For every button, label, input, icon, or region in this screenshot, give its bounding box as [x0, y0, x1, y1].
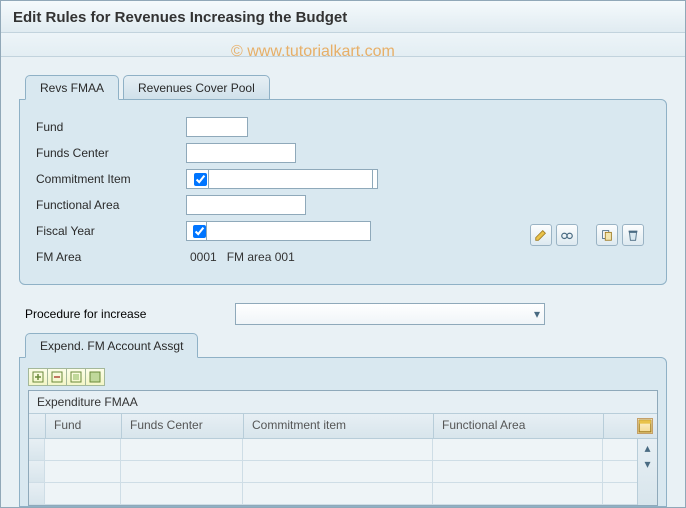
grid-vscroll[interactable]: ▴ ▾ [637, 439, 657, 505]
scroll-down-icon[interactable]: ▾ [641, 457, 655, 471]
functional-area-label: Functional Area [36, 198, 186, 212]
display-button[interactable] [556, 224, 578, 246]
select-all-icon [89, 371, 101, 383]
trash-icon [626, 228, 640, 242]
glasses-icon [560, 228, 574, 242]
fiscal-year-label: Fiscal Year [36, 224, 186, 238]
fm-area-desc: FM area 001 [227, 250, 295, 264]
fm-area-code: 0001 [190, 250, 217, 264]
revs-fmaa-panel: Fund Funds Center Commitment Item Functi… [19, 99, 667, 285]
copy-row-icon [70, 371, 82, 383]
copy-row-button[interactable] [66, 368, 86, 386]
funds-center-label: Funds Center [36, 146, 186, 160]
fund-input[interactable] [186, 117, 248, 137]
fiscal-year-input[interactable] [206, 221, 371, 241]
procedure-label: Procedure for increase [25, 307, 235, 321]
commitment-item-checkbox[interactable] [193, 173, 208, 186]
table-row[interactable] [29, 439, 637, 461]
delete-button[interactable] [622, 224, 644, 246]
scroll-up-icon[interactable]: ▴ [641, 441, 655, 455]
pencil-icon [534, 228, 548, 242]
fiscal-year-checkbox[interactable] [193, 225, 206, 238]
procedure-dropdown[interactable]: ▾ [235, 303, 545, 325]
grid-settings-button[interactable] [637, 418, 653, 434]
app-toolbar [1, 33, 685, 57]
copy-button[interactable] [596, 224, 618, 246]
tab-revenues-cover-pool[interactable]: Revenues Cover Pool [123, 75, 270, 100]
table-row[interactable] [29, 461, 637, 483]
delete-row-button[interactable] [47, 368, 67, 386]
tab-expend-fm-account[interactable]: Expend. FM Account Assgt [25, 333, 198, 358]
table-row[interactable] [29, 483, 637, 505]
expenditure-grid: Expenditure FMAA Fund Funds Center Commi… [28, 390, 658, 506]
grid-corner[interactable] [29, 414, 46, 438]
commitment-item-label: Commitment Item [36, 172, 186, 186]
commitment-item-input[interactable] [208, 169, 373, 189]
copy-icon [600, 228, 614, 242]
col-commitment-item[interactable]: Commitment item [244, 414, 434, 438]
edit-button[interactable] [530, 224, 552, 246]
functional-area-input[interactable] [186, 195, 306, 215]
insert-row-icon [32, 371, 44, 383]
insert-row-button[interactable] [28, 368, 48, 386]
table-settings-icon [638, 419, 652, 433]
page-title: Edit Rules for Revenues Increasing the B… [1, 1, 685, 33]
fm-area-label: FM Area [36, 250, 186, 264]
chevron-down-icon: ▾ [534, 307, 540, 321]
delete-row-icon [51, 371, 63, 383]
select-all-button[interactable] [85, 368, 105, 386]
grid-title: Expenditure FMAA [29, 391, 657, 414]
col-fund[interactable]: Fund [46, 414, 122, 438]
tab-revs-fmaa[interactable]: Revs FMAA [25, 75, 119, 100]
fund-label: Fund [36, 120, 186, 134]
col-funds-center[interactable]: Funds Center [122, 414, 244, 438]
col-functional-area[interactable]: Functional Area [434, 414, 604, 438]
funds-center-input[interactable] [186, 143, 296, 163]
expend-panel: Expenditure FMAA Fund Funds Center Commi… [19, 357, 667, 507]
